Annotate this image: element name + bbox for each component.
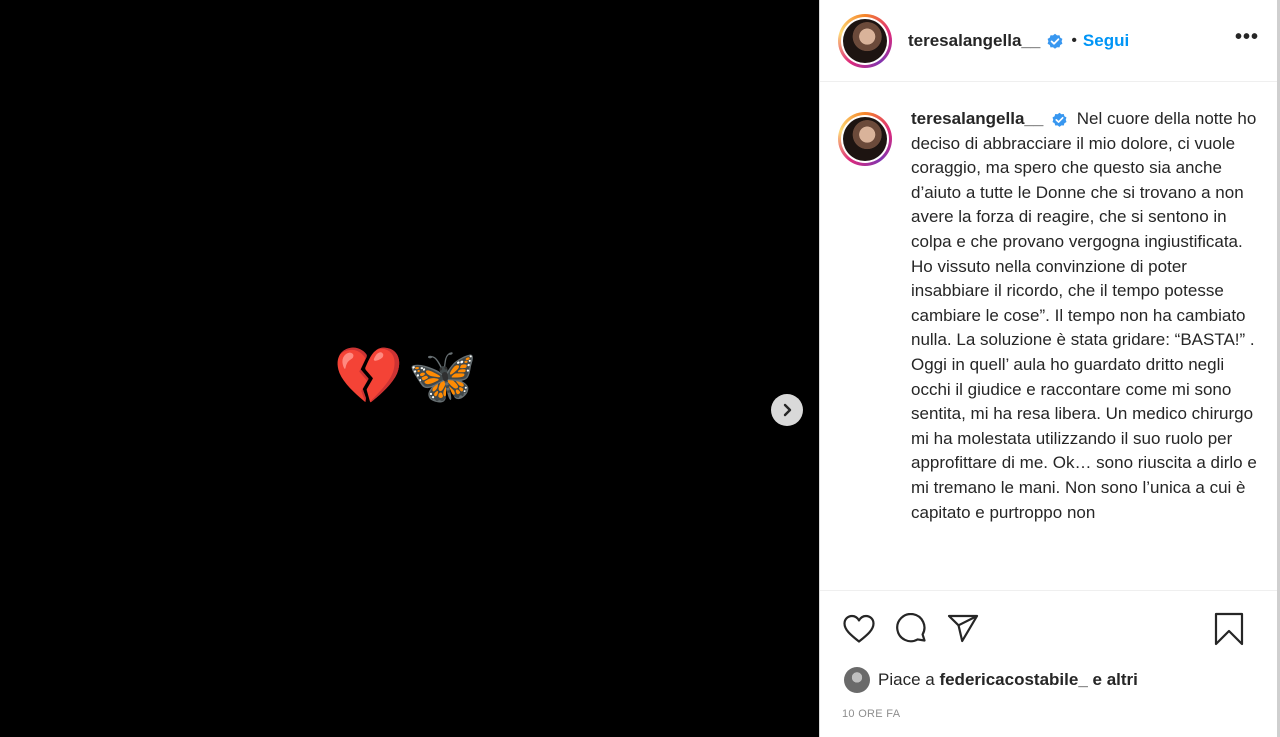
bookmark-icon bbox=[1214, 612, 1244, 645]
likes-prefix: Piace a bbox=[878, 670, 935, 689]
paper-plane-icon bbox=[947, 614, 979, 642]
caption-verified-badge-icon bbox=[1051, 111, 1068, 128]
post-header: teresalangella__ • Segui ••• bbox=[820, 0, 1277, 82]
instagram-post-viewer: 💔 🦋 teresalangella__ • Segui ••• teresal… bbox=[0, 0, 1280, 737]
media-emojis: 💔 🦋 bbox=[333, 343, 478, 407]
action-bar bbox=[820, 591, 1277, 649]
likes-suffix[interactable]: e altri bbox=[1093, 670, 1138, 690]
butterfly-emoji: 🦋 bbox=[407, 343, 478, 407]
liker-avatar[interactable] bbox=[844, 667, 870, 693]
post-actions-section: Piace a federicacostabile_ e altri 10 OR… bbox=[820, 590, 1277, 737]
next-slide-button[interactable] bbox=[771, 394, 803, 426]
post-side-panel: teresalangella__ • Segui ••• teresalange… bbox=[819, 0, 1280, 737]
broken-heart-emoji: 💔 bbox=[333, 343, 404, 407]
comment-button[interactable] bbox=[894, 612, 928, 645]
avatar[interactable] bbox=[838, 13, 892, 68]
caption-avatar[interactable] bbox=[838, 112, 892, 166]
caption-text: teresalangella__ Nel cuore della notte h… bbox=[911, 107, 1259, 590]
save-button[interactable] bbox=[1213, 612, 1245, 646]
likes-user[interactable]: federicacostabile_ bbox=[939, 670, 1087, 690]
more-options-button[interactable]: ••• bbox=[1235, 26, 1259, 55]
verified-badge-icon bbox=[1046, 32, 1064, 50]
post-media[interactable]: 💔 🦋 bbox=[0, 0, 819, 737]
caption-body: Nel cuore della notte ho deciso di abbra… bbox=[911, 109, 1257, 522]
caption-username[interactable]: teresalangella__ bbox=[911, 109, 1043, 128]
comment-icon bbox=[896, 612, 926, 642]
post-timestamp[interactable]: 10 ORE FA bbox=[820, 693, 1277, 720]
chevron-right-icon bbox=[783, 403, 792, 417]
share-button[interactable] bbox=[946, 613, 980, 645]
header-username[interactable]: teresalangella__ bbox=[908, 31, 1040, 51]
caption-area[interactable]: teresalangella__ Nel cuore della notte h… bbox=[820, 82, 1277, 590]
like-button[interactable] bbox=[842, 613, 876, 645]
heart-icon bbox=[843, 614, 875, 643]
caption-avatar-image bbox=[843, 117, 887, 161]
avatar-image bbox=[843, 18, 887, 63]
likes-summary[interactable]: Piace a federicacostabile_ e altri bbox=[820, 649, 1277, 693]
header-separator: • bbox=[1071, 31, 1077, 49]
follow-button[interactable]: Segui bbox=[1083, 31, 1129, 51]
